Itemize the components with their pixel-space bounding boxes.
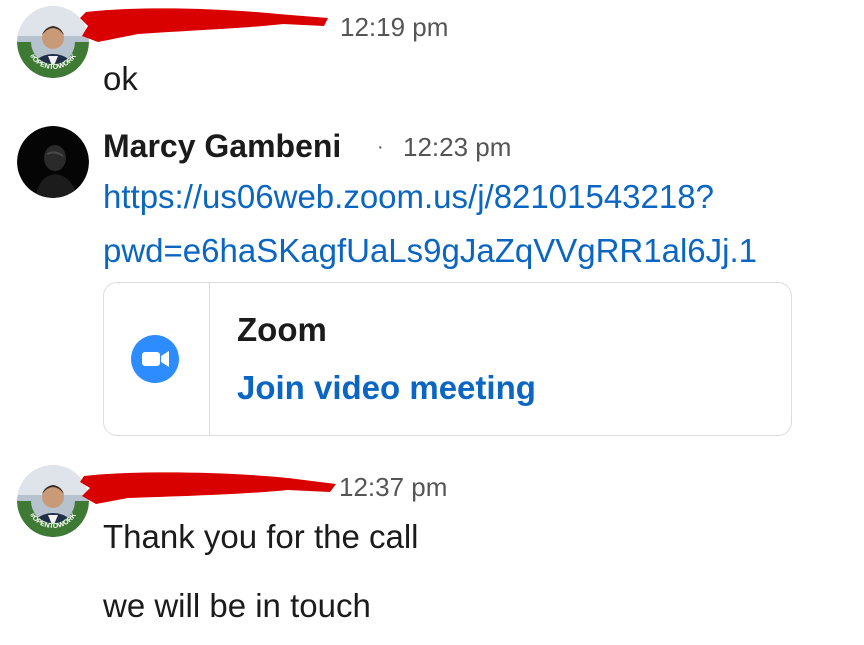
zoom-camera-icon bbox=[131, 335, 179, 383]
message-text: ok bbox=[103, 60, 138, 97]
message-text: Thank you for the call bbox=[103, 518, 419, 555]
sender-name[interactable]: Marcy Gambeni bbox=[103, 128, 341, 165]
meeting-link-continued[interactable]: pwd=e6haSKagfUaLs9gJaZqVVgRR1al6Jj.1 bbox=[103, 232, 757, 270]
redacted-name bbox=[80, 8, 328, 42]
avatar[interactable] bbox=[17, 126, 89, 198]
separator-dot: · bbox=[377, 136, 384, 158]
card-icon-cell bbox=[104, 283, 210, 435]
message-time: 12:37 pm bbox=[339, 472, 448, 502]
redacted-name bbox=[80, 472, 336, 504]
join-meeting-link[interactable]: Join video meeting bbox=[237, 369, 536, 407]
link-preview-card[interactable]: Zoom Join video meeting bbox=[103, 282, 792, 436]
profile-photo bbox=[17, 126, 89, 198]
message-time: 12:19 pm bbox=[340, 12, 449, 42]
meeting-link[interactable]: https://us06web.zoom.us/j/82101543218? bbox=[103, 178, 714, 216]
message-time: 12:23 pm bbox=[403, 132, 512, 162]
card-title: Zoom bbox=[237, 311, 327, 348]
message-text: we will be in touch bbox=[103, 587, 371, 624]
